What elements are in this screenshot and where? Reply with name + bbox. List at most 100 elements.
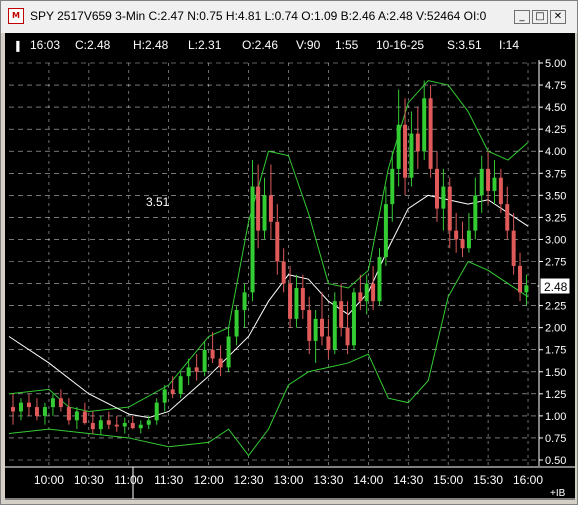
y-tick-label: 1.00 [545, 411, 566, 423]
corner-label: +IB [550, 488, 566, 499]
candle-down [90, 422, 95, 430]
candle-up [332, 301, 337, 350]
candle-down [130, 422, 135, 429]
candle-down [114, 424, 119, 427]
candle-up [262, 195, 267, 231]
y-tick-label: 2.75 [545, 257, 566, 269]
candle-up [383, 204, 388, 258]
candle-down [300, 287, 305, 311]
candle-down [447, 186, 452, 231]
chart-app-icon[interactable]: M [8, 8, 24, 24]
y-tick-label: 4.50 [545, 102, 566, 114]
candle-down [194, 367, 199, 372]
candle-up [146, 420, 151, 425]
y-tick-label: 1.25 [545, 389, 566, 401]
candle-up [186, 367, 191, 377]
candle-down [66, 407, 71, 421]
x-tick-label: 12:30 [234, 473, 264, 487]
y-tick-label: 0.50 [545, 455, 566, 467]
candle-up [226, 336, 231, 368]
candle-down [82, 411, 87, 423]
candle-down [428, 98, 433, 169]
candle-up [154, 402, 159, 421]
candle-down [498, 177, 503, 205]
x-tick-label: 14:30 [393, 473, 423, 487]
candle-up [122, 422, 127, 427]
candle-down [415, 133, 420, 152]
candle-up [234, 310, 239, 337]
candle-up [396, 124, 401, 169]
candle-down [320, 318, 325, 337]
x-tick-label: 11:00 [114, 473, 143, 487]
candle-down [288, 283, 293, 319]
candle-down [26, 402, 31, 408]
y-tick-label: 4.00 [545, 146, 566, 158]
y-tick-label: 3.25 [545, 212, 566, 224]
y-tick-label: 2.00 [545, 323, 566, 335]
candle-up [422, 98, 427, 152]
candle-down [10, 407, 15, 412]
y-tick-label: 4.75 [545, 80, 566, 92]
close-button[interactable]: ✕ [550, 10, 566, 24]
candle-up [178, 376, 183, 394]
candle-down [358, 292, 363, 302]
candle-up [364, 283, 369, 302]
candle-down [210, 349, 215, 359]
chart-window: M SPY 2517V659 3-Min C:2.47 N:0.75 H:4.8… [0, 0, 578, 505]
candle-up [18, 402, 23, 412]
x-tick-label: 13:30 [313, 473, 343, 487]
candle-up [351, 292, 356, 346]
candle-up [473, 195, 478, 231]
x-tick-label: 16:00 [513, 473, 543, 487]
candle-down [106, 420, 111, 425]
x-tick-label: 15:30 [473, 473, 503, 487]
minimize-button[interactable]: _ [514, 10, 530, 24]
candle-up [492, 177, 497, 191]
y-tick-label: 1.50 [545, 367, 566, 379]
candle-down [275, 221, 280, 262]
x-tick-label: 12:00 [194, 473, 224, 487]
candle-up [98, 420, 103, 430]
y-tick-label: 2.25 [545, 301, 566, 313]
candle-up [74, 411, 79, 421]
candle-down [403, 124, 408, 178]
candle-up [441, 186, 446, 209]
candle-up [138, 424, 143, 429]
candle-up [250, 186, 255, 293]
x-tick-label: 15:00 [433, 473, 463, 487]
candle-down [307, 310, 312, 341]
candle-down [511, 230, 516, 266]
price-label: 3.51 [146, 195, 170, 209]
candle-down [518, 265, 523, 293]
maximize-button[interactable]: □ [532, 10, 548, 24]
y-tick-label: 3.00 [545, 234, 566, 246]
current-price-text: 2.48 [544, 280, 568, 294]
chart-area[interactable]: ▐ 16:03 C:2.48 H:2.48 L:2.31 O:2.46 V:90… [5, 33, 575, 500]
x-tick-label: 10:00 [34, 473, 64, 487]
candle-down [460, 239, 465, 249]
candle-down [371, 283, 376, 302]
y-tick-label: 3.75 [545, 168, 566, 180]
candle-up [294, 287, 299, 319]
price-chart[interactable]: 5.00 4.75 4.50 4.25 4.00 3.75 3.50 3.25 3.00 2.75… [5, 33, 575, 500]
y-tick-label: 5.00 [545, 58, 566, 70]
candle-up [390, 168, 395, 205]
window-title: SPY 2517V659 3-Min C:2.47 N:0.75 H:4.81 … [30, 9, 487, 23]
y-tick-label: 0.75 [545, 433, 566, 445]
candle-up [162, 389, 167, 403]
candle-down [339, 301, 344, 328]
title-bar[interactable]: M SPY 2517V659 3-Min C:2.47 N:0.75 H:4.8… [1, 1, 577, 33]
y-tick-label: 4.25 [545, 124, 566, 136]
candle-down [454, 230, 459, 240]
y-tick-label: 3.50 [545, 190, 566, 202]
candle-down [326, 336, 331, 350]
x-tick-label: 14:00 [353, 473, 383, 487]
candle-down [34, 407, 39, 416]
candle-up [479, 168, 484, 196]
candle-up [377, 257, 382, 302]
x-tick-label: 10:30 [74, 473, 104, 487]
candle-up [42, 407, 47, 416]
candle-down [434, 168, 439, 209]
bollinger-lower-line [8, 260, 529, 457]
candle-down [58, 398, 63, 408]
